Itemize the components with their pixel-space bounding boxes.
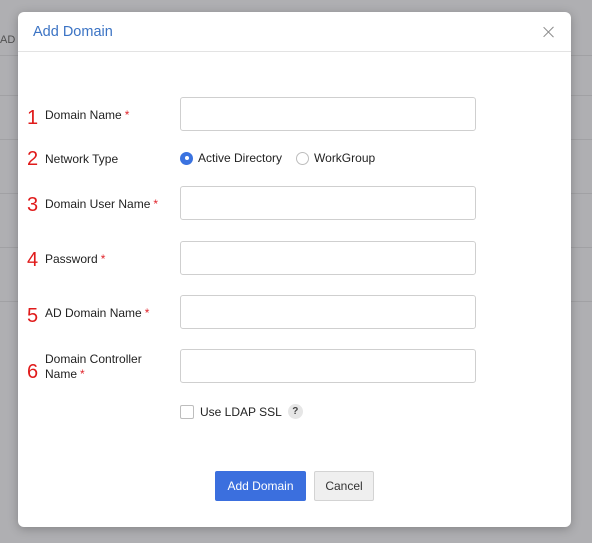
dialog-header: Add Domain bbox=[18, 12, 571, 52]
domain-user-name-input[interactable] bbox=[180, 186, 476, 220]
annotation-number: 2 bbox=[27, 148, 39, 170]
password-input[interactable] bbox=[180, 241, 476, 275]
use-ldap-ssl-label: Use LDAP SSL bbox=[200, 404, 282, 419]
use-ldap-ssl-row: Use LDAP SSL ? bbox=[180, 404, 303, 419]
domain-name-input[interactable] bbox=[180, 97, 476, 131]
radio-workgroup-label: WorkGroup bbox=[314, 151, 376, 165]
cancel-button[interactable]: Cancel bbox=[314, 471, 374, 501]
dialog-title: Add Domain bbox=[33, 23, 113, 40]
network-type-radio-group: Active Directory WorkGroup bbox=[180, 151, 389, 165]
add-domain-dialog: Add Domain 1 Domain Name * 2 Network Type… bbox=[18, 12, 571, 527]
radio-workgroup[interactable]: WorkGroup bbox=[296, 151, 375, 165]
password-label: Password * bbox=[45, 252, 106, 266]
domain-controller-name-label: Domain Controller Name * bbox=[45, 352, 142, 381]
domain-user-name-label: Domain User Name * bbox=[45, 197, 159, 211]
annotation-number: 1 bbox=[27, 107, 39, 129]
annotation-number: 4 bbox=[27, 249, 39, 271]
annotation-number: 6 bbox=[27, 361, 39, 383]
network-type-label: Network Type bbox=[45, 152, 119, 166]
dialog-footer: Add Domain Cancel bbox=[18, 471, 571, 501]
annotation-number: 5 bbox=[27, 305, 39, 327]
domain-name-label: Domain Name * bbox=[45, 108, 130, 122]
domain-controller-name-input[interactable] bbox=[180, 349, 476, 383]
ad-domain-name-input[interactable] bbox=[180, 295, 476, 329]
radio-active-directory-label: Active Directory bbox=[198, 151, 283, 165]
use-ldap-ssl-checkbox[interactable] bbox=[180, 404, 194, 419]
radio-unchecked-icon bbox=[296, 151, 310, 165]
ad-domain-name-label: AD Domain Name * bbox=[45, 306, 150, 320]
close-icon[interactable] bbox=[541, 24, 557, 40]
annotation-number: 3 bbox=[27, 194, 39, 216]
radio-active-directory[interactable]: Active Directory bbox=[180, 151, 282, 165]
radio-checked-icon bbox=[180, 151, 193, 165]
add-domain-button[interactable]: Add Domain bbox=[215, 471, 306, 501]
help-icon[interactable]: ? bbox=[287, 404, 303, 419]
